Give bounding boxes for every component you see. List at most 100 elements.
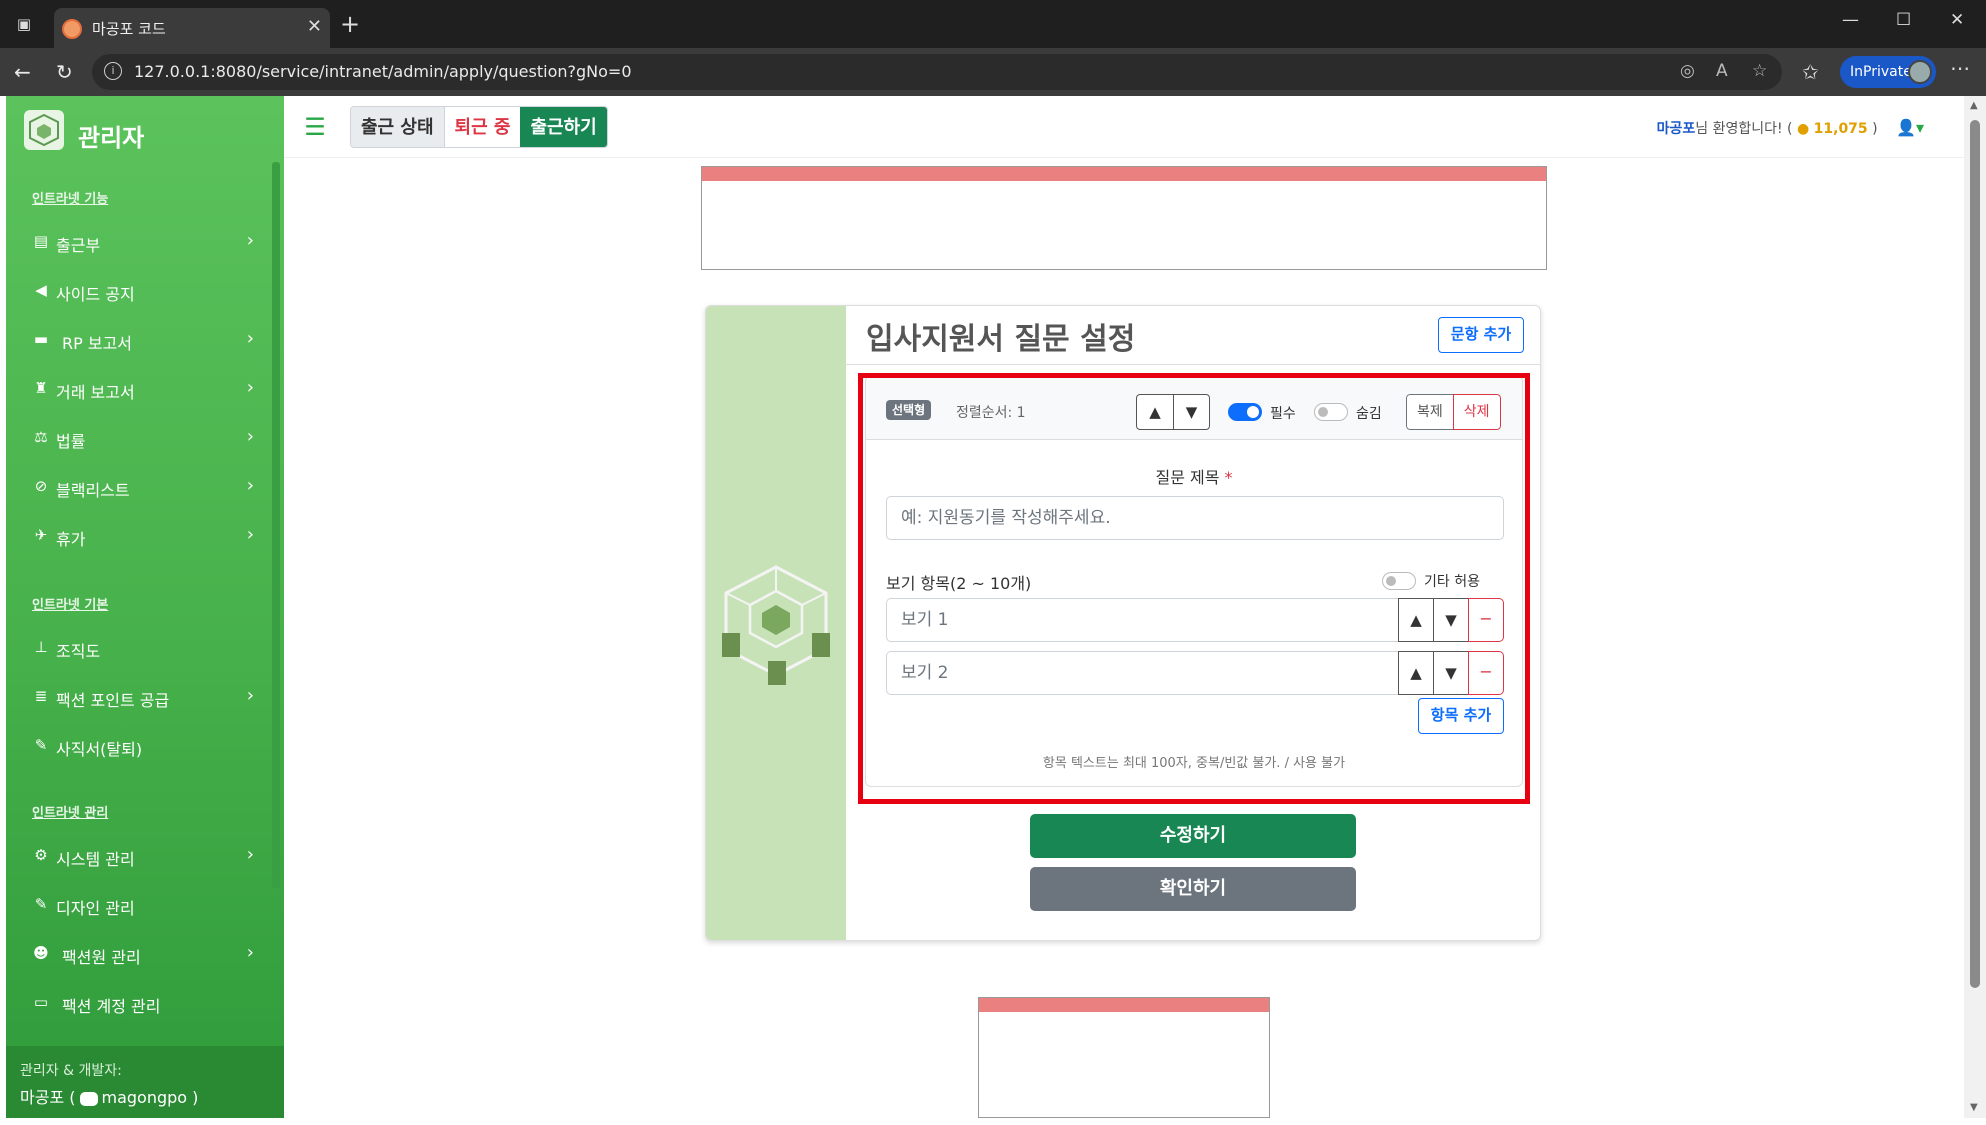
user-menu-icon[interactable]: 👤▾ xyxy=(1896,118,1924,137)
sidebar-item-label: 팩션 포인트 공급 xyxy=(56,691,170,710)
mgp-logo-icon xyxy=(718,561,834,687)
menu-toggle-icon[interactable]: ☰ xyxy=(294,106,336,148)
sidebar-item-vacation[interactable]: ✈ 휴가 › xyxy=(32,519,254,553)
maximize-icon[interactable]: ☐ xyxy=(1896,10,1911,30)
favorites-icon[interactable]: ✩ xyxy=(1802,60,1819,84)
chevron-right-icon: › xyxy=(246,524,254,545)
reload-icon[interactable]: ↻ xyxy=(56,60,73,84)
sidebar-item-account-admin[interactable]: ▭ 팩션 계정 관리 xyxy=(32,986,254,1020)
card-side-panel xyxy=(706,306,846,940)
sidebar-footer: 관리자 & 개발자: 마공포 (magongpo ) xyxy=(6,1046,284,1118)
sidebar-item-attendance[interactable]: ▤ 출근부 › xyxy=(32,225,254,259)
browser-tab[interactable]: 마공포 코드 ✕ xyxy=(54,8,330,48)
window-close-icon[interactable]: ✕ xyxy=(1950,10,1964,30)
chevron-right-icon: › xyxy=(246,230,254,251)
edit-button[interactable]: 수정하기 xyxy=(1030,814,1356,858)
scroll-up-icon[interactable]: ▲ xyxy=(1970,100,1978,111)
more-icon[interactable]: ⋯ xyxy=(1950,56,1970,80)
sidebar-item-side-notice[interactable]: ◀ 사이드 공지 xyxy=(32,274,254,308)
sidebar-section-title: 인트라넷 관리 xyxy=(32,806,109,821)
sidebar-item-faction-points[interactable]: ≣ 팩션 포인트 공급 › xyxy=(32,680,254,714)
book-icon: ▤ xyxy=(33,232,49,250)
attendance-state: 퇴근 중 xyxy=(443,107,521,147)
sidebar-item-system-admin[interactable]: ⚙ 시스템 관리 › xyxy=(32,839,254,873)
sidebar-item-member-admin[interactable]: ☻ 팩션원 관리 › xyxy=(32,937,254,971)
developer-name-text: 마공포 ( xyxy=(20,1088,76,1107)
sidebar-item-rp-report[interactable]: ▬ RP 보고서 › xyxy=(32,323,254,357)
attendance-status-label: 출근 상태 xyxy=(351,107,444,147)
welcome-name: 마공포 xyxy=(1656,121,1696,137)
gear-icon: ⚙ xyxy=(34,846,48,864)
coin-icon: ● xyxy=(1796,121,1810,137)
chevron-right-icon: › xyxy=(246,475,254,496)
page-topbar: ☰ 출근 상태 퇴근 중 출근하기 마공포님 환영합니다! ( ● 11,075… xyxy=(284,96,1964,158)
developer-label: 관리자 & 개발자: xyxy=(20,1063,122,1079)
welcome-message: 마공포님 환영합니다! ( ● 11,075 ) 👤▾ xyxy=(1657,118,1924,138)
chevron-right-icon: › xyxy=(246,328,254,349)
welcome-text: 님 환영합니다! ( xyxy=(1695,121,1793,137)
sidebar-item-law[interactable]: ⚖ 법률 › xyxy=(32,421,254,455)
user-gear-icon: ☻ xyxy=(33,944,49,962)
check-in-button[interactable]: 출근하기 xyxy=(520,107,607,147)
coins-icon: ≣ xyxy=(34,687,48,705)
scale-icon: ⚖ xyxy=(34,428,48,446)
chevron-right-icon: › xyxy=(246,844,254,865)
money-bag-icon: ♜ xyxy=(34,379,48,397)
url-text: 127.0.0.1:8080/service/intranet/admin/ap… xyxy=(134,62,632,81)
new-tab-icon[interactable]: + xyxy=(340,10,360,38)
page-scrollbar[interactable]: ▲ ▼ xyxy=(1964,96,1986,1118)
sidebar-toggle-icon[interactable]: ▣ xyxy=(14,14,34,34)
ban-icon: ⊘ xyxy=(34,477,48,495)
sidebar-item-org-chart[interactable]: ⊥ 조직도 xyxy=(32,631,254,665)
confirm-button[interactable]: 확인하기 xyxy=(1030,867,1356,911)
scrollbar-thumb[interactable] xyxy=(1970,120,1980,988)
sidebar-item-label: 팩션원 관리 xyxy=(62,948,141,967)
ad-banner-bottom xyxy=(978,997,1270,1118)
page-title: 입사지원서 질문 설정 xyxy=(866,322,1136,357)
sidebar-section-title: 인트라넷 기본 xyxy=(32,598,109,613)
discord-icon xyxy=(79,1091,98,1106)
favorite-star-icon[interactable]: ☆ xyxy=(1752,61,1767,81)
chevron-right-icon: › xyxy=(246,685,254,706)
brand-logo-icon xyxy=(24,110,64,150)
plane-icon: ✈ xyxy=(34,526,48,544)
profile-avatar xyxy=(1908,60,1932,84)
add-question-button[interactable]: 문항 추가 xyxy=(1438,317,1524,353)
sidebar-item-label: 출근부 xyxy=(56,236,101,255)
developer-name: 마공포 (magongpo ) xyxy=(20,1084,198,1108)
minimize-icon[interactable]: — xyxy=(1842,10,1859,30)
sidebar: 관리자 인트라넷 기능 ▤ 출근부 › ◀ 사이드 공지 ▬ RP 보고서 › … xyxy=(6,96,284,1118)
tab-title: 마공포 코드 xyxy=(92,20,166,38)
tracking-icon[interactable]: ◎ xyxy=(1680,61,1695,81)
site-info-icon[interactable]: i xyxy=(104,62,122,80)
megaphone-icon: ◀ xyxy=(35,281,47,299)
inprivate-label: InPrivate xyxy=(1850,64,1912,80)
inprivate-badge[interactable]: InPrivate xyxy=(1840,56,1936,88)
address-bar[interactable]: i 127.0.0.1:8080/service/intranet/admin/… xyxy=(92,54,1782,90)
sidebar-item-trade-report[interactable]: ♜ 거래 보고서 › xyxy=(32,372,254,406)
chevron-right-icon: › xyxy=(246,377,254,398)
coin-balance: 11,075 xyxy=(1813,121,1868,137)
back-icon[interactable]: ← xyxy=(14,60,31,84)
sidebar-item-label: 법률 xyxy=(56,432,86,451)
gamepad-icon: ▬ xyxy=(33,330,49,348)
sidebar-item-blacklist[interactable]: ⊘ 블랙리스트 › xyxy=(32,470,254,504)
ad-stripe xyxy=(702,167,1546,181)
read-aloud-icon[interactable]: A xyxy=(1716,61,1728,81)
browser-navbar: ← ↻ i 127.0.0.1:8080/service/intranet/ad… xyxy=(0,48,1986,96)
browser-tabbar: ▣ 마공포 코드 ✕ + — ☐ ✕ xyxy=(0,0,1986,48)
sidebar-item-label: 블랙리스트 xyxy=(56,481,130,500)
sidebar-scrollbar[interactable] xyxy=(272,162,280,888)
sidebar-section-title: 인트라넷 기능 xyxy=(32,192,109,207)
sidebar-item-label: 사이드 공지 xyxy=(56,285,135,304)
feather-icon: ✎ xyxy=(34,736,48,754)
brush-icon: ✎ xyxy=(34,895,48,913)
sidebar-item-label: 디자인 관리 xyxy=(56,899,135,918)
sidebar-item-resignation[interactable]: ✎ 사직서(탈퇴) xyxy=(32,729,254,763)
id-card-icon: ▭ xyxy=(33,993,49,1011)
sidebar-item-label: 휴가 xyxy=(56,530,86,549)
sidebar-item-design-admin[interactable]: ✎ 디자인 관리 xyxy=(32,888,254,922)
scroll-down-icon[interactable]: ▼ xyxy=(1970,1102,1978,1113)
tab-close-icon[interactable]: ✕ xyxy=(307,16,322,37)
sidebar-item-label: 시스템 관리 xyxy=(56,850,135,869)
